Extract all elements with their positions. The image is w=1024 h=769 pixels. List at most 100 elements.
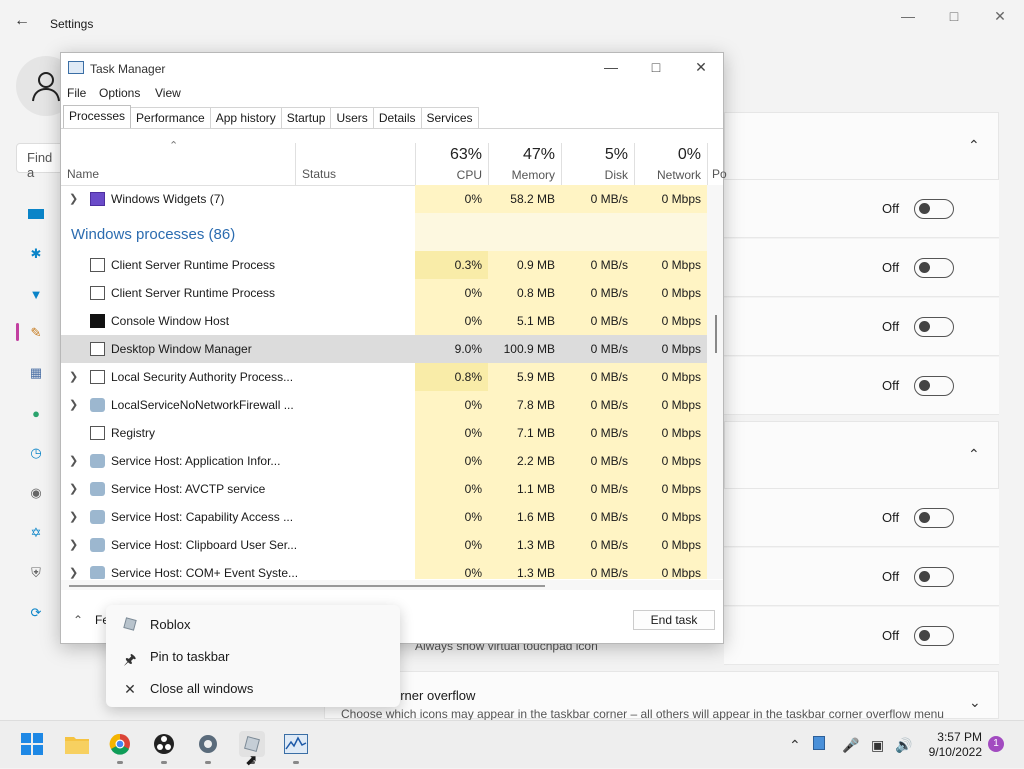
table-row[interactable]: Client Server Runtime Process 0.3% 0.9 MB 0…	[61, 251, 707, 279]
table-row[interactable]: Registry 0% 7.1 MB 0 MB/s 0 Mbps	[61, 419, 707, 447]
column-network[interactable]: 0% Network	[634, 143, 707, 186]
task-manager-taskbar-icon[interactable]	[283, 731, 309, 757]
table-row[interactable]: ❯ Service Host: AVCTP service 0% 1.1 MB 0 MB…	[61, 475, 707, 503]
process-name: Service Host: Capability Access ...	[111, 510, 294, 524]
show-hidden-icons-chevron-icon[interactable]: ⌃	[789, 737, 801, 754]
minimize-icon[interactable]: —	[898, 8, 918, 24]
table-row[interactable]: ❯ Service Host: Clipboard User Ser... 0% 1.…	[61, 531, 707, 559]
chevron-down-icon[interactable]: ⌄	[969, 694, 981, 711]
section-header[interactable]: ⌃	[724, 421, 999, 489]
column-cpu[interactable]: 63% CPU	[415, 143, 488, 186]
horizontal-scroll-thumb[interactable]	[69, 585, 545, 587]
table-row[interactable]: ❯ Local Security Authority Process... 0.8%…	[61, 363, 707, 391]
microphone-icon[interactable]: 🎤	[842, 737, 859, 754]
settings-search-input[interactable]: Find a	[16, 143, 64, 180]
column-power-label: Po	[712, 167, 727, 181]
table-row[interactable]: Client Server Runtime Process 0% 0.8 MB 0 M…	[61, 279, 707, 307]
windows-update-icon[interactable]: ⟳	[26, 603, 46, 623]
chrome-icon[interactable]	[107, 731, 133, 757]
back-arrow-icon[interactable]: ←	[14, 12, 30, 30]
toggle-switch[interactable]	[914, 567, 954, 587]
tray-app-icon[interactable]	[813, 736, 825, 750]
network-cell	[634, 213, 707, 251]
tab-details[interactable]: Details	[372, 107, 422, 129]
network-status-icon[interactable]: ▣	[871, 737, 884, 754]
apps-icon[interactable]: ▦	[26, 363, 46, 383]
cpu-cell: 0%	[415, 419, 488, 447]
settings-gear-icon[interactable]	[195, 731, 221, 757]
group-header-row[interactable]: Windows processes (86)	[61, 213, 707, 251]
table-row[interactable]: Console Window Host 0% 5.1 MB 0 MB/s 0 Mbps	[61, 307, 707, 335]
toggle-switch[interactable]	[914, 258, 954, 278]
expand-chevron-icon[interactable]: ❯	[69, 447, 78, 475]
table-row[interactable]: ❯ Service Host: Application Infor... 0% 2.2…	[61, 447, 707, 475]
taskbar-overflow-section[interactable]: orner overflow Choose which icons may ap…	[324, 671, 999, 721]
menu-item-roblox[interactable]: Roblox	[106, 609, 400, 641]
toggle-switch[interactable]	[914, 376, 954, 396]
table-row[interactable]: Desktop Window Manager 9.0% 100.9 MB 0 MB/s…	[61, 335, 707, 363]
expand-chevron-icon[interactable]: ❯	[69, 503, 78, 531]
column-power[interactable]: Po	[707, 143, 727, 186]
maximize-icon[interactable]: □	[944, 8, 964, 24]
toggle-switch[interactable]	[914, 508, 954, 528]
toggle-switch[interactable]	[914, 317, 954, 337]
accounts-icon[interactable]: ●	[26, 403, 46, 423]
network-icon[interactable]: ▼	[26, 284, 46, 304]
menu-options[interactable]: Options	[99, 86, 140, 100]
section-header[interactable]: ⌃	[724, 112, 999, 180]
menu-item-close-all-windows[interactable]: ✕ Close all windows	[106, 673, 400, 705]
expand-chevron-icon[interactable]: ❯	[69, 531, 78, 559]
network-cell: 0 Mbps	[634, 185, 707, 213]
service-gear-icon	[90, 538, 105, 552]
process-name: Windows Widgets (7)	[111, 192, 225, 206]
tab-processes[interactable]: Processes	[63, 105, 132, 129]
maximize-icon[interactable]: □	[641, 59, 671, 75]
accessibility-icon[interactable]: ✡	[26, 523, 46, 543]
expand-chevron-icon[interactable]: ❯	[69, 559, 78, 579]
vertical-scroll-thumb[interactable]	[715, 315, 717, 353]
file-explorer-icon[interactable]	[64, 731, 90, 757]
tab-users[interactable]: Users	[330, 107, 374, 129]
chevron-up-icon[interactable]: ⌃	[73, 613, 83, 627]
tab-startup[interactable]: Startup	[280, 107, 332, 129]
memory-cell: 0.8 MB	[488, 279, 561, 307]
column-disk[interactable]: 5% Disk	[561, 143, 634, 186]
menu-item-pin-to-taskbar[interactable]: 🖈 Pin to taskbar	[106, 641, 400, 673]
notification-badge[interactable]: 1	[988, 736, 1004, 752]
column-memory[interactable]: 47% Memory	[488, 143, 561, 186]
system-icon[interactable]	[26, 204, 46, 224]
privacy-shield-icon[interactable]: ⛨	[26, 563, 46, 583]
chevron-up-icon[interactable]: ⌃	[968, 446, 980, 463]
clock[interactable]: 3:57 PM 9/10/2022	[910, 730, 982, 760]
table-row[interactable]: ❯ Service Host: COM+ Event Syste... 0% 1.3 …	[61, 559, 707, 579]
personalization-icon[interactable]: ✎	[26, 323, 46, 343]
tab-performance[interactable]: Performance	[130, 107, 211, 129]
table-row[interactable]: ❯ Windows Widgets (7) 0% 58.2 MB 0 MB/s …	[61, 185, 707, 213]
tab-app-history[interactable]: App history	[209, 107, 282, 129]
table-row[interactable]: ❯ Service Host: Capability Access ... 0% 1.…	[61, 503, 707, 531]
column-name[interactable]: Name	[67, 167, 99, 181]
bluetooth-icon[interactable]: ✱	[26, 244, 46, 264]
column-status[interactable]: Status	[295, 143, 415, 186]
expand-chevron-icon[interactable]: ❯	[69, 475, 78, 503]
table-row[interactable]: ❯ LocalServiceNoNetworkFirewall ... 0% 7.8 …	[61, 391, 707, 419]
time-language-icon[interactable]: ◷	[26, 443, 46, 463]
close-icon[interactable]: ✕	[990, 8, 1010, 25]
expand-chevron-icon[interactable]: ❯	[69, 185, 78, 213]
chevron-up-icon[interactable]: ⌃	[968, 137, 980, 154]
toggle-switch[interactable]	[914, 199, 954, 219]
vertical-scrollbar[interactable]	[707, 185, 723, 579]
end-task-button[interactable]: End task	[633, 610, 715, 630]
expand-chevron-icon[interactable]: ❯	[69, 363, 78, 391]
menu-file[interactable]: File	[67, 86, 86, 100]
minimize-icon[interactable]: —	[596, 59, 626, 75]
memory-cell: 5.1 MB	[488, 307, 561, 335]
tab-services[interactable]: Services	[420, 107, 479, 129]
menu-view[interactable]: View	[155, 86, 181, 100]
obs-icon[interactable]	[151, 731, 177, 757]
start-button[interactable]	[19, 731, 45, 757]
expand-chevron-icon[interactable]: ❯	[69, 391, 78, 419]
toggle-switch[interactable]	[914, 626, 954, 646]
close-icon[interactable]: ✕	[686, 59, 716, 76]
gaming-icon[interactable]: ◉	[26, 483, 46, 503]
